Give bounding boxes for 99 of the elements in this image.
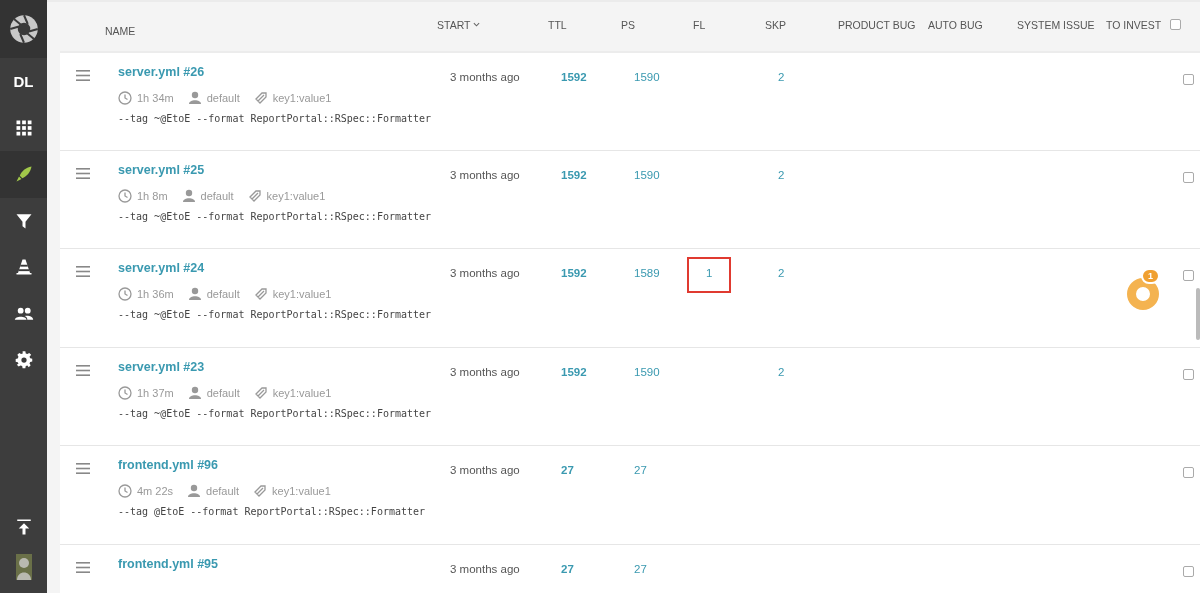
column-header: NAME <box>105 24 136 37</box>
scrollbar-thumb[interactable] <box>1196 288 1200 340</box>
duration-text: 1h 8m <box>137 189 168 202</box>
clock-icon <box>118 484 132 498</box>
launch-description: --tag ~@EtoE --format ReportPortal::RSpec::Formatter <box>118 309 432 320</box>
start-time: 3 months ago <box>450 267 520 279</box>
owner-text: default <box>206 92 240 104</box>
person-icon <box>181 188 196 203</box>
clock-icon <box>118 287 132 301</box>
clock-icon <box>118 91 132 105</box>
duration-text: 4m 22s <box>137 485 174 497</box>
person-icon <box>187 287 202 301</box>
row-checkbox[interactable] <box>1183 467 1194 478</box>
start-time: 3 months ago <box>450 562 520 575</box>
launch-description: --tag @EtoE --format ReportPortal::RSpec::Formatter <box>118 506 426 517</box>
attribute-text[interactable]: key1:value1 <box>272 288 332 300</box>
ps-count-link[interactable]: 27 <box>634 464 647 476</box>
grid-icon[interactable] <box>14 118 33 137</box>
launch-name-link[interactable]: frontend.yml #95 <box>118 556 219 571</box>
launch-description: --tag ~@EtoE --format ReportPortal::RSpec::Formatter <box>118 210 432 222</box>
launch-name-link[interactable]: server.yml #24 <box>118 261 205 275</box>
ttl-count-link[interactable]: 1592 <box>561 365 587 378</box>
skp-count-link[interactable]: 2 <box>778 71 785 83</box>
column-header: SKP <box>765 18 786 31</box>
column-header[interactable]: START <box>437 18 471 31</box>
attribute-text[interactable]: key1:value1 <box>272 92 332 104</box>
ttl-count-link[interactable]: 1592 <box>561 168 587 181</box>
person-icon <box>187 91 202 105</box>
menu-icon[interactable] <box>76 561 90 573</box>
launch-description: --tag ~@EtoE --format ReportPortal::RSpec::Formatter <box>118 407 432 419</box>
start-time: 3 months ago <box>450 71 520 83</box>
tag-icon <box>253 484 268 498</box>
person-icon <box>187 484 202 498</box>
ttl-count-link[interactable]: 27 <box>561 562 574 575</box>
row-checkbox[interactable] <box>1183 171 1194 183</box>
attribute-text[interactable]: key1:value1 <box>266 189 326 202</box>
attribute-text[interactable]: key1:value1 <box>272 485 331 497</box>
cone-icon[interactable] <box>14 258 33 277</box>
start-time: 3 months ago <box>450 464 520 476</box>
settings-icon[interactable] <box>14 351 33 370</box>
fl-count-link[interactable]: 1 <box>687 257 732 293</box>
menu-icon[interactable] <box>76 364 90 376</box>
clock-icon <box>118 188 132 203</box>
ps-count-link[interactable]: 1590 <box>634 168 660 181</box>
column-header: AUTO BUG <box>928 18 983 31</box>
ttl-count-link[interactable]: 27 <box>561 464 574 476</box>
row-checkbox[interactable] <box>1183 74 1194 85</box>
skp-count-link[interactable]: 2 <box>778 365 785 378</box>
scroll-top-icon[interactable] <box>14 518 33 536</box>
start-time: 3 months ago <box>450 365 520 378</box>
owner-text: default <box>206 485 240 497</box>
project-badge[interactable]: DL <box>13 72 34 90</box>
ttl-count-link[interactable]: 1592 <box>561 267 587 279</box>
column-header: PS <box>621 18 635 31</box>
to-investigate-donut[interactable]: 1 <box>1127 268 1167 310</box>
launch-name-link[interactable]: server.yml #25 <box>118 162 205 177</box>
count-badge: 1 <box>1141 268 1160 284</box>
owner-text: default <box>206 288 240 300</box>
tag-icon <box>247 188 262 203</box>
clock-icon <box>118 385 132 400</box>
launch-name-link[interactable]: server.yml #26 <box>118 65 205 79</box>
duration-text: 1h 36m <box>137 288 174 300</box>
launch-name-link[interactable]: frontend.yml #96 <box>118 458 219 472</box>
menu-icon[interactable] <box>76 167 90 179</box>
duration-text: 1h 37m <box>137 386 174 399</box>
row-checkbox[interactable] <box>1183 368 1194 380</box>
menu-icon[interactable] <box>76 463 90 474</box>
select-all-checkbox[interactable] <box>1170 19 1181 30</box>
logo-icon[interactable] <box>8 14 39 44</box>
ps-count-link[interactable]: 1590 <box>634 365 660 378</box>
filter-icon[interactable] <box>14 211 33 230</box>
column-header: TO INVEST <box>1106 18 1162 31</box>
owner-text: default <box>206 386 240 399</box>
tag-icon <box>253 385 268 400</box>
ttl-count-link[interactable]: 1592 <box>561 71 587 83</box>
launch-description: --tag ~@EtoE --format ReportPortal::RSpec::Formatter <box>118 113 432 124</box>
tag-icon <box>253 91 268 105</box>
column-header: PRODUCT BUG <box>838 18 916 31</box>
menu-icon[interactable] <box>76 266 90 277</box>
tag-icon <box>253 287 268 301</box>
ps-count-link[interactable]: 27 <box>634 562 647 575</box>
skp-count-link[interactable]: 2 <box>778 267 785 279</box>
row-checkbox[interactable] <box>1183 565 1194 577</box>
attribute-text[interactable]: key1:value1 <box>272 386 332 399</box>
donut-chart-icon <box>1127 278 1159 310</box>
menu-icon[interactable] <box>76 70 90 81</box>
launch-name-link[interactable]: server.yml #23 <box>118 359 205 374</box>
column-header: FL <box>693 18 706 31</box>
column-header: SYSTEM ISSUE <box>1017 18 1095 31</box>
ps-count-link[interactable]: 1590 <box>634 71 660 83</box>
ps-count-link[interactable]: 1589 <box>634 267 660 279</box>
owner-text: default <box>200 189 234 202</box>
avatar-icon[interactable] <box>15 554 32 580</box>
start-time: 3 months ago <box>450 168 520 181</box>
person-icon <box>187 385 202 400</box>
skp-count-link[interactable]: 2 <box>778 168 785 181</box>
column-header: TTL <box>548 18 567 31</box>
duration-text: 1h 34m <box>137 92 174 104</box>
row-checkbox[interactable] <box>1183 270 1194 281</box>
